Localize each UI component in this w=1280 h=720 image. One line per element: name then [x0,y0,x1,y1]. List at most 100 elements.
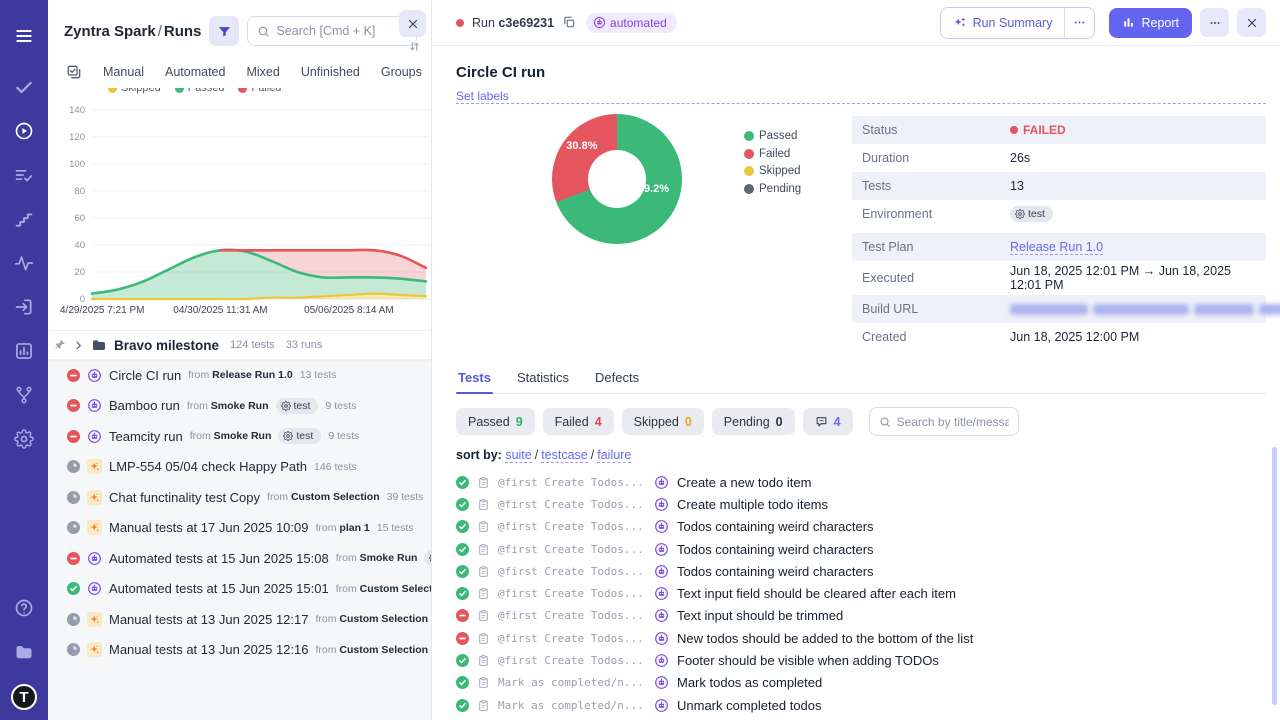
test-list-item[interactable]: @first Create Todos... Create a new todo… [456,471,1266,493]
test-suite[interactable]: @first Create Todos... [498,654,646,667]
run-name[interactable]: Bamboo run [109,398,180,413]
test-title[interactable]: Text input should be trimmed [677,608,843,623]
projects-folder-icon[interactable] [13,641,35,663]
more-actions-button[interactable] [1200,8,1229,37]
branches-icon[interactable] [13,384,35,406]
run-summary-more-button[interactable] [1064,8,1094,38]
run-name[interactable]: Manual tests at 13 Jun 2025 12:17 [109,612,308,627]
steps-icon[interactable] [13,208,35,230]
sort-link-testcase[interactable]: testcase [541,448,588,463]
test-suite[interactable]: @first Create Todos... [498,587,646,600]
run-type-tab-unfinished[interactable]: Unfinished [301,65,360,79]
run-group-row[interactable]: Bravo milestone 124 tests 33 runs [48,331,431,360]
run-name[interactable]: Chat functinality test Copy [109,490,260,505]
run-name[interactable]: Circle CI run [109,368,181,383]
sort-link-failure[interactable]: failure [597,448,631,463]
copy-run-id-button[interactable] [562,15,578,31]
filter-chip-failed[interactable]: Failed4 [543,408,614,435]
test-title[interactable]: Todos containing weird characters [677,564,874,579]
test-list-item[interactable]: Mark as completed/n... Mark all todos as… [456,716,1266,720]
sort-link-suite[interactable]: suite [505,448,531,463]
analytics-pulse-icon[interactable] [13,252,35,274]
test-list-item[interactable]: @first Create Todos... Todos containing … [456,538,1266,560]
run-list-item[interactable]: Automated tests at 15 Jun 2025 15:08 fro… [48,543,431,574]
run-list-item[interactable]: LMP-554 05/04 check Happy Path 146 tests [48,452,431,483]
help-icon[interactable] [13,597,35,619]
run-list-item[interactable]: Circle CI run from Release Run 1.0 13 te… [48,360,431,391]
test-list-item[interactable]: @first Create Todos... Footer should be … [456,649,1266,671]
run-summary-button[interactable]: Run Summary [941,8,1065,38]
test-plan-link[interactable]: Release Run 1.0 [1010,240,1103,255]
runs-search-input[interactable] [276,24,407,38]
tab-tests[interactable]: Tests [456,365,493,393]
run-name[interactable]: Teamcity run [109,429,183,444]
panel-close-button[interactable] [399,10,426,37]
test-title[interactable]: Todos containing weird characters [677,542,874,557]
tasks-check-icon[interactable] [13,76,35,98]
test-list-item[interactable]: @first Create Todos... Todos containing … [456,560,1266,582]
tab-defects[interactable]: Defects [593,365,641,393]
test-list-item[interactable]: @first Create Todos... Todos containing … [456,516,1266,538]
test-title[interactable]: Todos containing weird characters [677,519,874,534]
run-name[interactable]: Manual tests at 13 Jun 2025 12:16 [109,642,308,657]
sort-mini-icon[interactable] [408,40,422,52]
test-title[interactable]: Unmark completed todos [677,698,822,713]
reports-chart-icon[interactable] [13,340,35,362]
run-type-tab-mixed[interactable]: Mixed [246,65,279,79]
runs-play-icon[interactable] [13,120,35,142]
test-title[interactable]: Text input field should be cleared after… [677,586,956,601]
test-suite[interactable]: @first Create Todos... [498,520,646,533]
tests-search[interactable] [869,407,1019,436]
test-suite[interactable]: @first Create Todos... [498,632,646,645]
run-name[interactable]: Automated tests at 15 Jun 2025 15:08 [109,551,329,566]
scrollbar-thumb[interactable] [1272,447,1277,705]
tests-search-input[interactable] [897,415,1009,429]
breadcrumb-project[interactable]: Zyntra Spark [64,23,156,40]
test-title[interactable]: New todos should be added to the bottom … [677,631,973,646]
test-suite[interactable]: @first Create Todos... [498,609,646,622]
test-title[interactable]: Create a new todo item [677,475,811,490]
filter-chip-pending[interactable]: Pending0 [712,408,795,435]
comments-filter-chip[interactable]: 4 [803,408,853,435]
run-list-item[interactable]: Chat functinality test Copy from Custom … [48,482,431,513]
group-name[interactable]: Bravo milestone [114,338,219,353]
test-suite[interactable]: Mark as completed/n... [498,699,646,712]
run-type-tab-automated[interactable]: Automated [165,65,225,79]
test-suite[interactable]: @first Create Todos... [498,565,646,578]
run-name[interactable]: Automated tests at 15 Jun 2025 15:01 [109,581,329,596]
test-title[interactable]: Mark todos as completed [677,675,822,690]
run-list-item[interactable]: Manual tests at 13 Jun 2025 12:17 from C… [48,604,431,635]
import-icon[interactable] [13,296,35,318]
runs-search[interactable] [247,16,417,46]
test-suite[interactable]: @first Create Todos... [498,498,646,511]
run-name[interactable]: Manual tests at 17 Jun 2025 10:09 [109,520,308,535]
test-list-item[interactable]: Mark as completed/n... Unmark completed … [456,694,1266,716]
run-list-item[interactable]: Teamcity run from Smoke Run test 9 tests [48,421,431,452]
run-list-item[interactable]: Manual tests at 17 Jun 2025 10:09 from p… [48,513,431,544]
test-list-item[interactable]: Mark as completed/n... Mark todos as com… [456,672,1266,694]
close-run-detail-button[interactable] [1237,8,1266,37]
run-list-item[interactable]: Manual tests at 13 Jun 2025 12:16 from C… [48,635,431,666]
test-suite[interactable]: @first Create Todos... [498,543,646,556]
test-title[interactable]: Footer should be visible when adding TOD… [677,653,939,668]
set-labels-link[interactable]: Set labels [456,89,1266,104]
filter-chip-passed[interactable]: Passed9 [456,408,535,435]
settings-gear-icon[interactable] [13,428,35,450]
pin-icon[interactable] [54,339,66,351]
test-suite[interactable]: @first Create Todos... [498,476,646,489]
app-logo[interactable]: T [11,684,37,710]
test-list-item[interactable]: @first Create Todos... Text input should… [456,605,1266,627]
filter-button[interactable] [209,16,239,46]
test-list-item[interactable]: @first Create Todos... Text input field … [456,582,1266,604]
select-all-icon[interactable] [66,64,82,80]
test-title[interactable]: Create multiple todo items [677,497,828,512]
menu-icon[interactable] [13,25,35,47]
tab-statistics[interactable]: Statistics [515,365,571,393]
run-type-tab-manual[interactable]: Manual [103,65,144,79]
test-list-item[interactable]: @first Create Todos... Create multiple t… [456,493,1266,515]
test-cases-icon[interactable] [13,164,35,186]
test-suite[interactable]: Mark as completed/n... [498,676,646,689]
run-name[interactable]: LMP-554 05/04 check Happy Path [109,459,307,474]
report-button[interactable]: Report [1109,8,1192,38]
run-list-item[interactable]: Bamboo run from Smoke Run test 9 tests [48,391,431,422]
